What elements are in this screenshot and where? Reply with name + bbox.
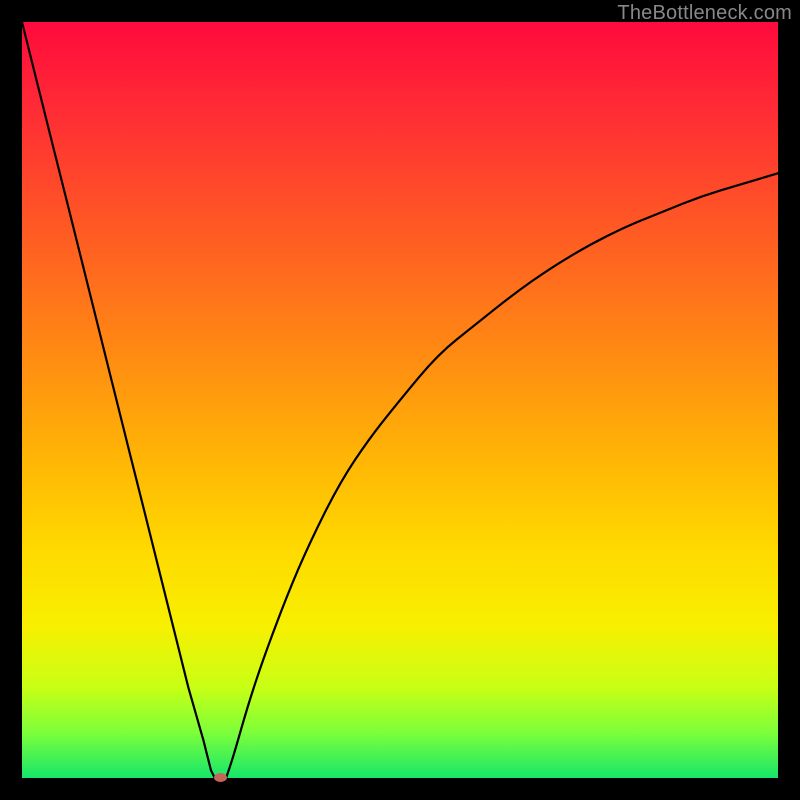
- plot-area: [22, 22, 778, 778]
- minimum-marker: [214, 773, 227, 782]
- bottleneck-curve: [22, 22, 778, 778]
- watermark-text: TheBottleneck.com: [617, 2, 792, 25]
- chart-frame: TheBottleneck.com: [0, 0, 800, 800]
